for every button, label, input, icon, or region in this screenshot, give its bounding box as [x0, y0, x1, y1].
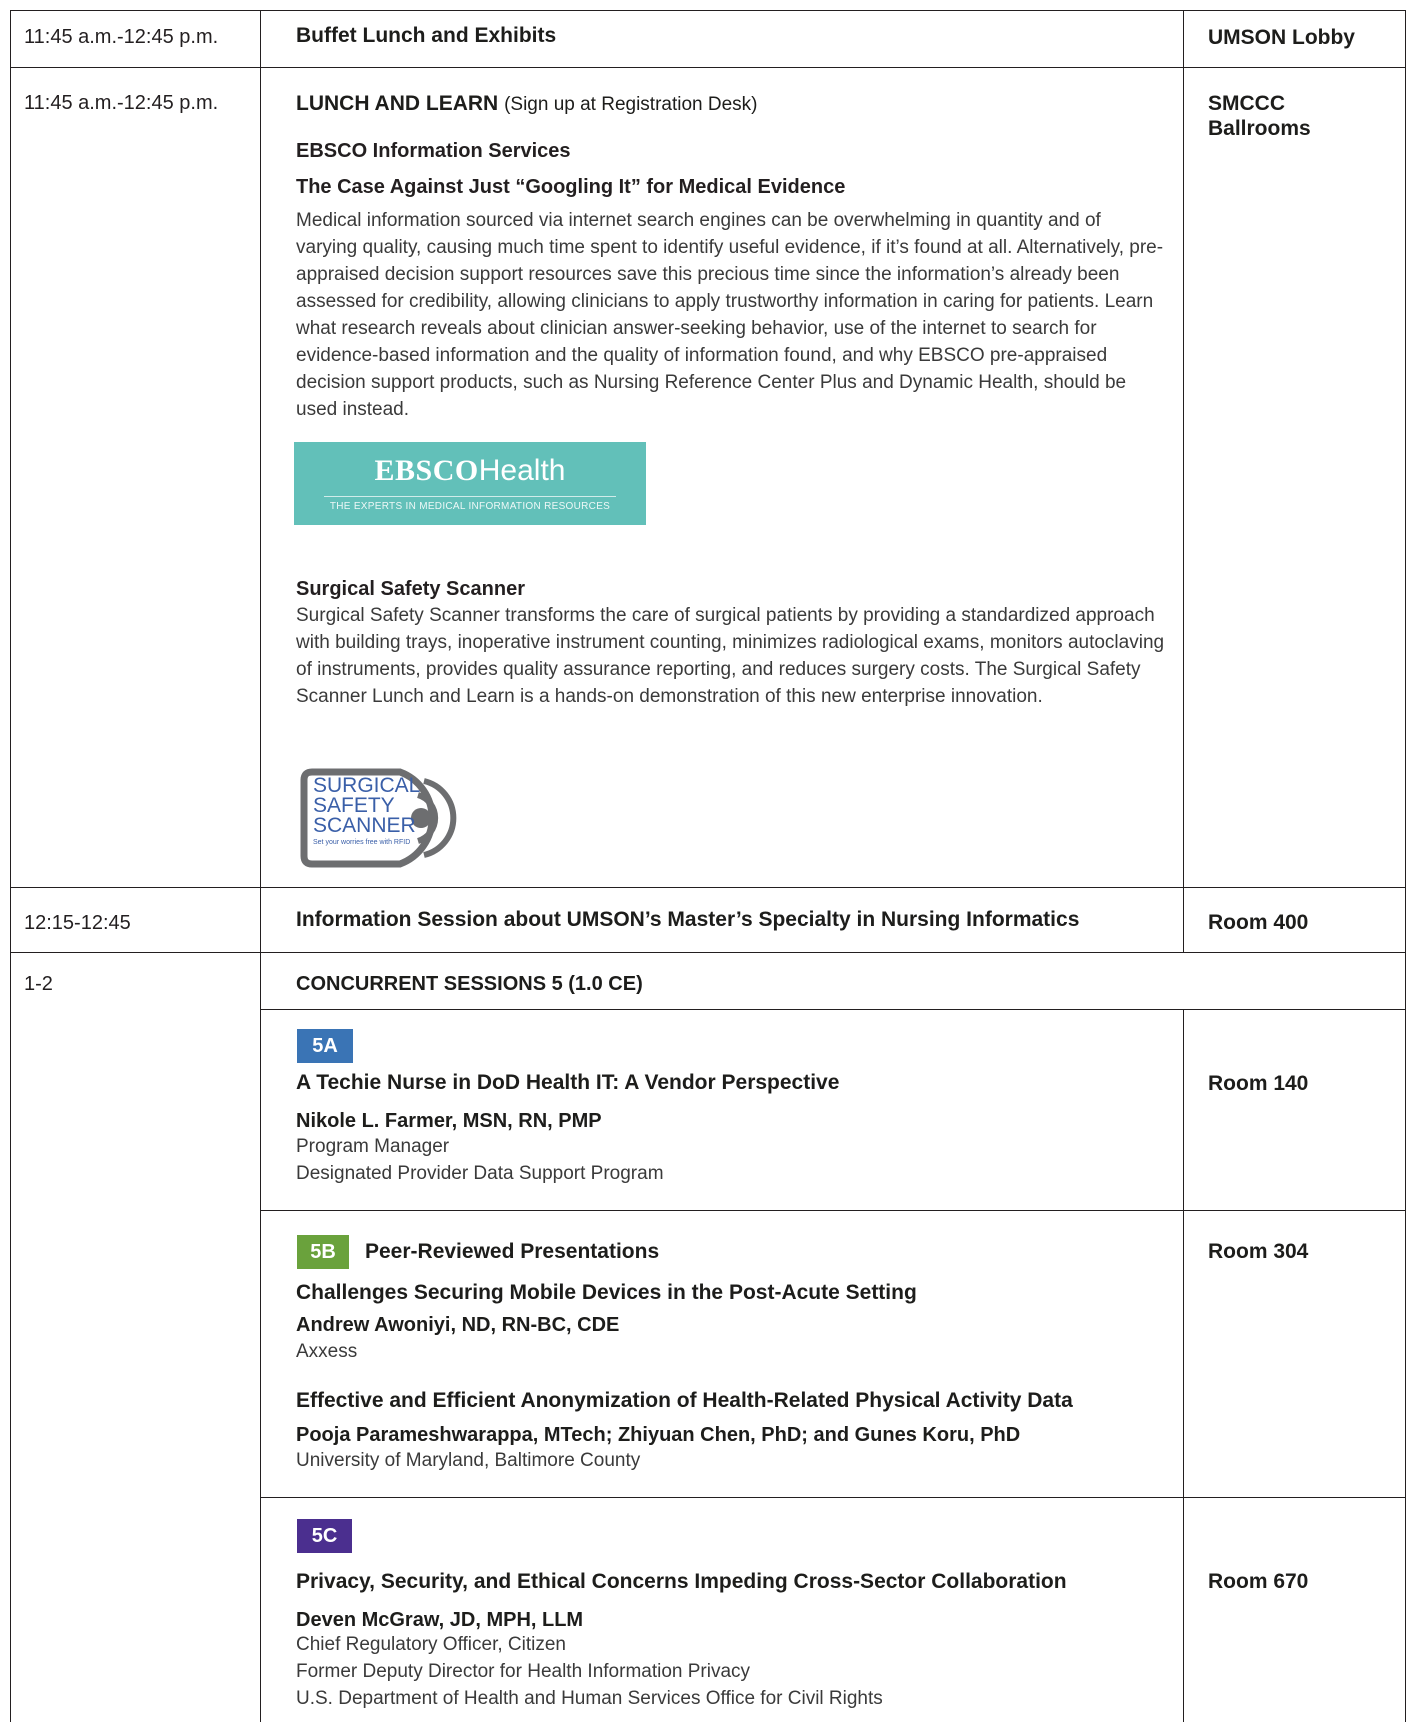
- column-divider: [1183, 1009, 1184, 1722]
- talk-description: Surgical Safety Scanner transforms the c…: [296, 605, 1165, 707]
- session-room: Room 400: [1208, 911, 1309, 934]
- speaker-name: Nikole L. Farmer, MSN, RN, PMP: [296, 1110, 602, 1132]
- session-title-note: (Sign up at Registration Desk): [504, 94, 758, 115]
- row-divider: [10, 952, 1406, 953]
- speaker-affiliation: Program Manager: [296, 1136, 450, 1157]
- column-divider: [260, 10, 261, 1722]
- speaker-name: Deven McGraw, JD, MPH, LLM: [296, 1609, 584, 1631]
- logo-tagline: Set your worries free with RFID: [313, 839, 411, 846]
- surgical-safety-scanner-logo: SURGICAL SAFETY SCANNER Set your worries…: [296, 750, 486, 870]
- talk-title: The Case Against Just “Googling It” for …: [296, 176, 846, 198]
- session-room: Room 140: [1208, 1072, 1309, 1095]
- speaker-name: Andrew Awoniyi, ND, RN-BC, CDE: [296, 1314, 620, 1336]
- ebsco-health-logo: EBSCOHealth THE EXPERTS IN MEDICAL INFOR…: [294, 442, 646, 525]
- logo-line3: SCANNER: [313, 814, 416, 837]
- session-room: Room 304: [1208, 1240, 1309, 1263]
- session-title: CONCURRENT SESSIONS 5 (1.0 CE): [296, 973, 643, 995]
- row-divider: [10, 67, 1406, 68]
- speaker-affiliation: Designated Provider Data Support Program: [296, 1163, 664, 1184]
- session-title: Information Session about UMSON’s Master…: [296, 908, 1080, 931]
- speaker-affiliation: Axxess: [296, 1341, 358, 1362]
- speaker-name: Pooja Parameshwarappa, MTech; Zhiyuan Ch…: [296, 1424, 1021, 1446]
- row-divider: [260, 1210, 1406, 1211]
- talk-title: Effective and Efficient Anonymization of…: [296, 1389, 1073, 1412]
- talk-title: Challenges Securing Mobile Devices in th…: [296, 1281, 917, 1304]
- row-divider: [260, 1497, 1406, 1498]
- logo-line2: SAFETY: [313, 794, 395, 817]
- logo-line1: SURGICAL: [313, 774, 421, 797]
- table-border-left: [10, 10, 11, 1722]
- session-time: 1-2: [24, 973, 53, 995]
- table-border-top: [10, 10, 1406, 11]
- session-title: Buffet Lunch and Exhibits: [296, 24, 557, 47]
- session-room-line2: Ballrooms: [1208, 117, 1311, 140]
- speaker-affiliation: U.S. Department of Health and Human Serv…: [296, 1688, 883, 1709]
- session-time: 11:45 a.m.-12:45 p.m.: [24, 92, 219, 114]
- session-room: UMSON Lobby: [1208, 26, 1355, 49]
- session-room: Room 670: [1208, 1570, 1309, 1593]
- session-time: 12:15-12:45: [24, 912, 131, 934]
- vendor-name: Surgical Safety Scanner: [296, 578, 525, 600]
- logo-rule: [324, 496, 616, 497]
- vendor-name: EBSCO Information Services: [296, 140, 571, 162]
- speaker-affiliation: University of Maryland, Baltimore County: [296, 1450, 641, 1471]
- session-badge-5a: 5A: [297, 1029, 353, 1063]
- session-title-bold: LUNCH AND LEARN: [296, 92, 499, 115]
- session-title: LUNCH AND LEARN (Sign up at Registration…: [296, 92, 758, 116]
- row-divider: [260, 1009, 1406, 1010]
- session-track-label: Peer-Reviewed Presentations: [365, 1240, 660, 1263]
- schedule-page: { "rows": [ { "time": "11:45 a.m.-12:45 …: [0, 0, 1406, 1722]
- session-time: 11:45 a.m.-12:45 p.m.: [24, 26, 219, 48]
- session-badge-5c: 5C: [297, 1519, 352, 1553]
- column-divider: [1183, 10, 1184, 953]
- session-room-line1: SMCCC: [1208, 92, 1285, 115]
- speaker-affiliation: Chief Regulatory Officer, Citizen: [296, 1634, 566, 1655]
- talk-title: A Techie Nurse in DoD Health IT: A Vendo…: [296, 1071, 840, 1094]
- talk-title: Privacy, Security, and Ethical Concerns …: [296, 1570, 1067, 1593]
- row-divider: [10, 887, 1406, 888]
- logo-tagline: THE EXPERTS IN MEDICAL INFORMATION RESOU…: [329, 501, 611, 512]
- logo-wordmark: EBSCOHealth: [374, 454, 566, 487]
- speaker-affiliation: Former Deputy Director for Health Inform…: [296, 1661, 751, 1682]
- session-badge-5b: 5B: [297, 1235, 349, 1269]
- talk-description: Medical information sourced via internet…: [296, 210, 1164, 420]
